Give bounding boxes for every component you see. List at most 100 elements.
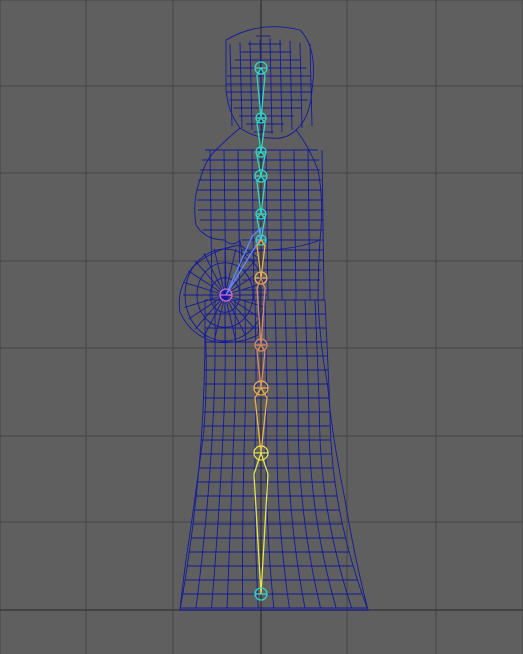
robe-seam [270, 579, 273, 595]
robe-seam [206, 495, 209, 511]
robe-seam [336, 495, 340, 511]
robe-seam [229, 523, 231, 539]
robe-seam [256, 579, 258, 595]
robe-seam [329, 425, 332, 441]
robe-seam [324, 495, 328, 511]
robe-seam [184, 565, 188, 581]
robe-seam [231, 467, 233, 483]
robe-seam [287, 467, 290, 483]
robe-seam [190, 523, 194, 539]
robe-seam [323, 481, 326, 497]
robe-seam [255, 565, 258, 581]
robe-seam [305, 327, 308, 343]
robe-seam [267, 523, 269, 539]
robe-seam [213, 397, 215, 413]
robe-seam [306, 341, 308, 357]
robe-seam [213, 565, 216, 581]
robe-seam [331, 453, 334, 469]
robe-seam [317, 369, 319, 385]
robe-seam [218, 495, 221, 511]
robe-seam [301, 495, 304, 511]
robe-seam [325, 565, 330, 581]
robe-seam [269, 565, 272, 581]
sack-spoke [213, 294, 226, 342]
robe-seam [195, 593, 199, 609]
robe-seam [348, 551, 354, 567]
robe-seam [300, 481, 303, 497]
robe-seam [299, 467, 302, 483]
robe-seam [211, 425, 214, 441]
robe-seam [198, 565, 202, 581]
robe-seam [311, 565, 315, 581]
hood-seam [229, 43, 233, 127]
viewport-canvas[interactable] [0, 0, 523, 654]
robe-seam [324, 299, 327, 315]
robe-seam [277, 495, 280, 511]
robe-seam [328, 383, 330, 399]
robe-seam [313, 495, 316, 511]
robe-seam [188, 537, 192, 553]
3d-viewport[interactable] [0, 0, 523, 654]
robe-seam [316, 593, 321, 609]
robe-seam [202, 537, 205, 553]
hood-seam [299, 42, 303, 129]
robe-seam [208, 467, 211, 483]
robe-seam [306, 537, 310, 553]
robe-seam [322, 551, 326, 567]
robe-seam [341, 523, 347, 539]
robe-seam [207, 481, 210, 497]
robe-seam [325, 313, 327, 329]
robe-seam [331, 593, 337, 609]
robe-seam [297, 565, 301, 581]
robe-seam [329, 523, 334, 539]
robe-seam [233, 411, 236, 427]
robe-seam [320, 453, 323, 469]
robe-seam [315, 313, 317, 329]
robe-seam [285, 579, 288, 595]
robe-seam [288, 481, 291, 497]
robe-seam [286, 593, 290, 609]
robe-seam [327, 369, 330, 385]
robe-seam [328, 579, 333, 595]
robe-seam [317, 383, 320, 399]
robe-seam [203, 523, 206, 539]
robe-seam [221, 439, 224, 455]
robe-seam [310, 467, 313, 483]
robe-outline [179, 239, 369, 611]
robe-seam [216, 523, 219, 539]
robe-seam [272, 593, 275, 609]
robe-seam [316, 341, 318, 357]
robe-seam [220, 467, 222, 483]
robe-seam [308, 439, 311, 455]
robe-seam [200, 551, 204, 567]
robe-seam [257, 593, 259, 609]
robe-seam [214, 551, 217, 567]
robe-seam [308, 551, 313, 567]
robe-seam [228, 537, 231, 553]
robe-seam [283, 565, 287, 581]
hood-seam [239, 42, 243, 129]
robe-seam [335, 551, 340, 567]
robe-seam [266, 509, 269, 525]
robe-seam [346, 593, 353, 609]
robe-seam [230, 481, 233, 497]
robe-seam [319, 537, 323, 553]
robe-seam [268, 551, 271, 567]
robe-seam [202, 397, 204, 413]
robe-seam [309, 453, 312, 469]
robe-seam [200, 425, 203, 441]
robe-seam [219, 481, 221, 497]
robe-seam [222, 425, 224, 441]
robe-seam [198, 453, 201, 469]
robe-seam [317, 523, 321, 539]
robe-seam [298, 453, 301, 469]
robe-seam [186, 551, 190, 567]
robe-seam [289, 495, 292, 511]
robe-seam [293, 537, 297, 553]
robe-seam [212, 579, 215, 595]
robe-seam [232, 453, 234, 469]
robe-seam [197, 579, 200, 595]
robe-seam [321, 467, 324, 483]
robe-seam [295, 551, 299, 567]
robe-seam [311, 481, 315, 497]
